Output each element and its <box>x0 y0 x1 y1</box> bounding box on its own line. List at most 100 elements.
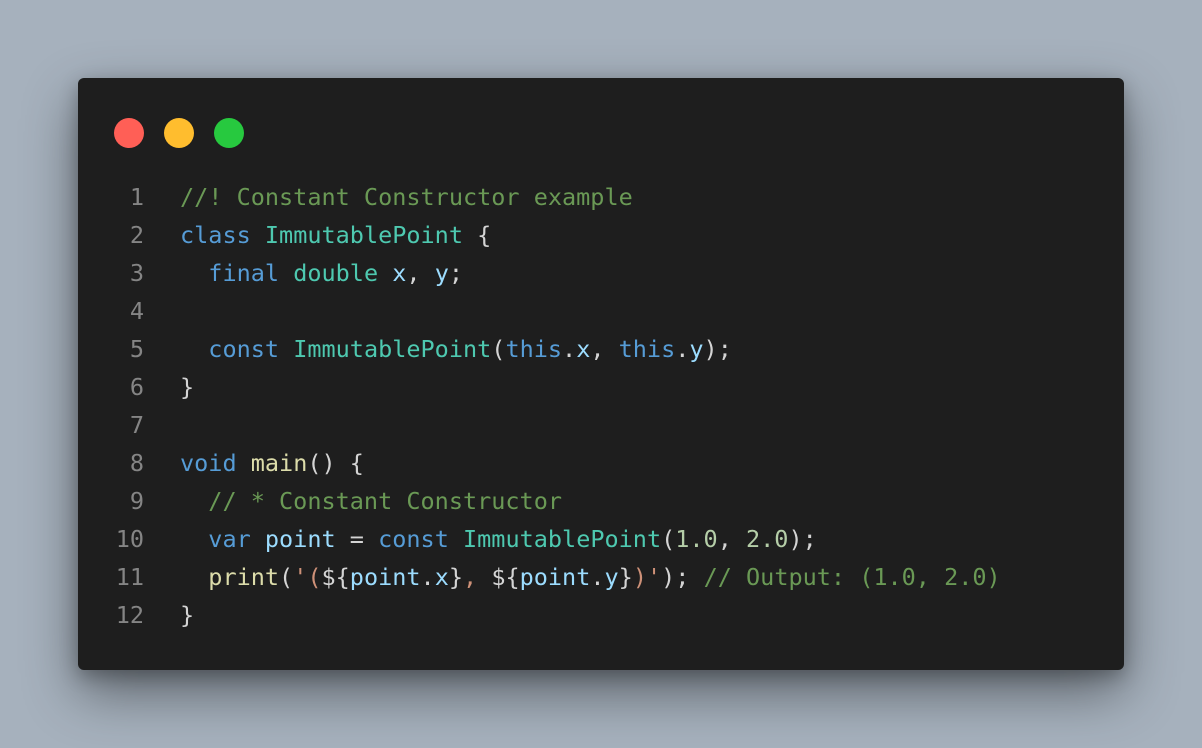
code-token: ${ <box>321 563 350 591</box>
code-line: 4 <box>78 292 1124 330</box>
code-token: ( <box>279 563 294 591</box>
code-token: const <box>378 525 449 553</box>
close-dot[interactable] <box>114 118 144 148</box>
code-token: point <box>519 563 591 591</box>
line-source: print('(${point.x}, ${point.y})'); // Ou… <box>180 563 1001 591</box>
code-token: point <box>349 563 421 591</box>
line-source: } <box>180 601 194 629</box>
code-token: ImmutablePoint <box>264 221 463 249</box>
line-number: 6 <box>129 373 144 401</box>
code-token: { <box>462 221 492 249</box>
code-token: y <box>434 259 449 287</box>
code-token: const <box>208 335 280 363</box>
line-source: // * Constant Constructor <box>180 487 562 515</box>
line-number: 10 <box>115 525 144 553</box>
code-line: 11 print('(${point.x}, ${point.y})'); //… <box>78 558 1124 596</box>
code-line: 2 class ImmutablePoint { <box>78 216 1124 254</box>
line-number: 12 <box>115 601 144 629</box>
line-source: var point = const ImmutablePoint(1.0, 2.… <box>180 525 817 553</box>
code-token: = <box>335 525 379 553</box>
code-token: . <box>562 335 577 363</box>
minimize-dot[interactable] <box>164 118 194 148</box>
code-token: } <box>180 601 195 629</box>
code-token: ${ <box>491 563 520 591</box>
code-token: ( <box>661 525 676 553</box>
code-token: point <box>264 525 336 553</box>
code-token: final <box>208 259 280 287</box>
line-source: const ImmutablePoint(this.x, this.y); <box>180 335 732 363</box>
code-token: // Output: (1.0, 2.0) <box>703 563 1001 591</box>
line-number: 7 <box>129 411 144 439</box>
maximize-dot[interactable] <box>214 118 244 148</box>
code-token: 1.0 <box>675 525 718 553</box>
code-token: // * Constant Constructor <box>208 487 563 515</box>
code-token: double <box>293 259 379 287</box>
code-token: class <box>180 221 251 249</box>
line-number: 5 <box>129 335 144 363</box>
code-token: , <box>717 525 746 553</box>
code-token: , <box>590 335 619 363</box>
code-token: //! Constant Constructor example <box>180 183 633 211</box>
code-block: 1 //! Constant Constructor example 2 class … <box>78 178 1124 634</box>
code-token: y <box>689 335 704 363</box>
code-token: ; <box>448 259 464 287</box>
code-token: ); <box>661 563 704 591</box>
code-token: , <box>463 563 492 591</box>
line-number: 11 <box>115 563 144 591</box>
code-token: ImmutablePoint <box>293 335 492 363</box>
code-token: . <box>590 563 605 591</box>
line-source: final double x, y; <box>180 259 463 287</box>
code-token: var <box>208 525 251 553</box>
code-token: )' <box>632 563 662 591</box>
code-token: print <box>208 563 280 591</box>
code-token: this <box>618 335 676 363</box>
line-source: } <box>180 373 194 401</box>
code-token: ( <box>491 335 506 363</box>
code-line: 3 final double x, y; <box>78 254 1124 292</box>
code-line: 6} <box>78 368 1124 406</box>
code-line: 1 //! Constant Constructor example <box>78 178 1124 216</box>
code-token: this <box>505 335 563 363</box>
code-token: ); <box>788 525 817 553</box>
line-source: void main() { <box>180 449 364 477</box>
code-line: 9 // * Constant Constructor <box>78 482 1124 520</box>
code-token: x <box>576 335 591 363</box>
code-token: . <box>675 335 690 363</box>
code-token: () { <box>307 449 364 477</box>
code-token: x <box>392 259 407 287</box>
line-source: //! Constant Constructor example <box>180 183 633 211</box>
line-number: 8 <box>129 449 144 477</box>
code-line: 5 const ImmutablePoint(this.x, this.y); <box>78 330 1124 368</box>
code-token: void <box>180 449 237 477</box>
code-window: 1 //! Constant Constructor example 2 class … <box>78 78 1124 670</box>
code-token: ); <box>703 335 732 363</box>
code-token: , <box>406 259 435 287</box>
code-token: . <box>420 563 435 591</box>
code-token: } <box>180 373 195 401</box>
code-token: y <box>604 563 619 591</box>
code-token: x <box>434 563 449 591</box>
window-controls <box>114 118 244 148</box>
code-line: 8 void main() { <box>78 444 1124 482</box>
code-token: main <box>250 449 308 477</box>
code-line: 10 var point = const ImmutablePoint(1.0,… <box>78 520 1124 558</box>
line-number: 9 <box>129 487 144 515</box>
line-number: 3 <box>129 259 144 287</box>
code-token: '( <box>293 563 322 591</box>
code-line: 12} <box>78 596 1124 634</box>
line-number: 4 <box>129 297 144 325</box>
code-token: ImmutablePoint <box>463 525 662 553</box>
code-token: 2.0 <box>746 525 789 553</box>
line-source: class ImmutablePoint { <box>180 221 491 249</box>
